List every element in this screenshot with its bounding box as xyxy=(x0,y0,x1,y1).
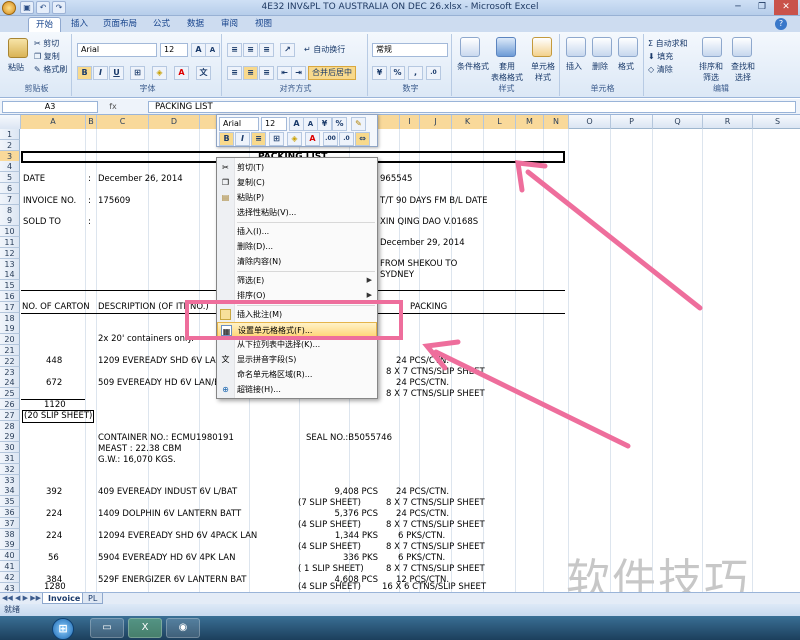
start-button-icon[interactable]: ⊞ xyxy=(52,618,74,640)
app-icon[interactable]: ◉ xyxy=(166,618,200,638)
status-bar: 就绪 xyxy=(0,604,800,616)
taskbar: ⊞ ▭ X ◉ xyxy=(0,616,800,640)
sheet-nav-arrows-icon[interactable]: ◀◀ ◀ ▶ ▶▶ xyxy=(2,594,41,602)
sheet-tab-invoice[interactable]: Invoice xyxy=(42,593,87,604)
folder-icon[interactable]: ▭ xyxy=(90,618,124,638)
sheet-tab-bar: ◀◀ ◀ ▶ ▶▶ Invoice PL xyxy=(0,592,800,604)
status-text: 就绪 xyxy=(4,605,20,614)
arrow-to-format-cells xyxy=(433,349,631,449)
excel-icon[interactable]: X xyxy=(128,618,162,638)
arrow-to-title-cell xyxy=(525,169,703,311)
sheet-tab-pl[interactable]: PL xyxy=(82,593,104,604)
